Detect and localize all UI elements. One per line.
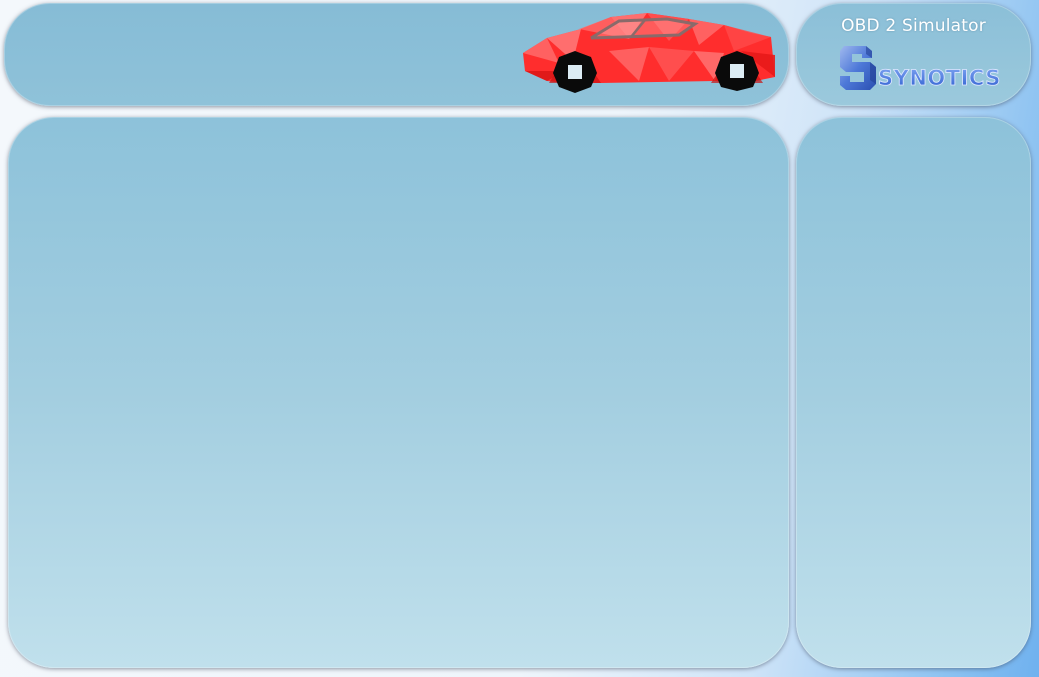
logo-text: SYNOTICS <box>878 66 1001 90</box>
s-logo-icon <box>840 46 876 90</box>
main-content-panel <box>8 117 789 668</box>
car-icon <box>523 13 775 93</box>
side-panel <box>796 117 1031 668</box>
synotics-logo: SYNOTICS <box>840 46 1001 90</box>
app-title: OBD 2 Simulator <box>841 16 986 36</box>
